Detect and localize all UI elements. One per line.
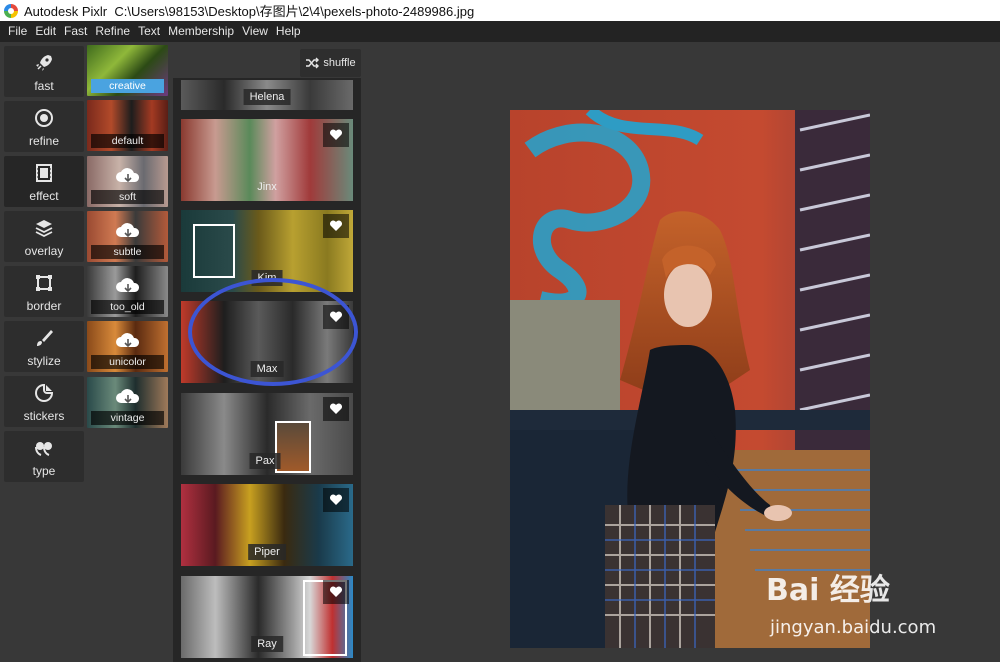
effect-label: Jinx <box>257 181 277 193</box>
preset-unicolor[interactable]: unicolor <box>87 321 168 372</box>
effect-max[interactable]: Max <box>181 301 353 383</box>
category-stylize[interactable]: stylize <box>4 321 84 372</box>
category-label: stickers <box>23 409 65 423</box>
category-label: effect <box>29 189 59 203</box>
baidu-watermark: Bai 经验 jingyan.baidu.com <box>760 555 960 645</box>
title-bar: Autodesk Pixlr C:\Users\98153\Desktop\存图… <box>0 0 1000 21</box>
frame-overlay <box>193 224 235 278</box>
heart-icon <box>329 220 343 231</box>
favorite-button[interactable] <box>323 580 349 604</box>
effect-label: Ray <box>251 636 283 652</box>
category-label: border <box>26 299 62 313</box>
preset-label: default <box>91 134 164 148</box>
menu-view[interactable]: View <box>238 21 272 42</box>
menu-fast[interactable]: Fast <box>60 21 91 42</box>
preset-label: subtle <box>91 245 164 259</box>
preset-subtle[interactable]: subtle <box>87 211 168 262</box>
preset-soft[interactable]: soft <box>87 156 168 207</box>
category-overlay[interactable]: overlay <box>4 211 84 262</box>
watermark-logo: Bai 经验 <box>766 573 890 608</box>
preset-label: unicolor <box>91 355 164 369</box>
favorite-button[interactable] <box>323 488 349 512</box>
effect-label: Kim <box>251 270 283 286</box>
menu-text[interactable]: Text <box>134 21 164 42</box>
pixlr-logo-icon <box>4 3 18 18</box>
effect-piper[interactable]: Piper <box>181 484 353 566</box>
rocket-icon <box>36 55 52 71</box>
category-label: overlay <box>24 244 64 258</box>
cloud-download-icon <box>116 278 140 293</box>
effect-kim[interactable]: Kim <box>181 210 353 292</box>
category-border[interactable]: border <box>4 266 84 317</box>
preset-label: soft <box>91 190 164 204</box>
heart-icon <box>329 129 343 140</box>
category-stickers[interactable]: stickers <box>4 376 84 427</box>
heart-icon <box>329 586 343 597</box>
favorite-button[interactable] <box>323 397 349 421</box>
shuffle-button[interactable]: shuffle <box>300 49 361 77</box>
effect-label: Pax <box>249 453 281 469</box>
border-icon <box>36 275 52 291</box>
preset-label: too_old <box>91 300 164 314</box>
shuffle-icon <box>306 57 320 69</box>
cloud-download-icon <box>116 333 140 348</box>
preset-label: creative <box>91 79 164 93</box>
shuffle-label: shuffle <box>323 57 356 69</box>
window-title: Autodesk Pixlr C:\Users\98153\Desktop\存图… <box>24 4 475 19</box>
favorite-button[interactable] <box>323 214 349 238</box>
preset-default[interactable]: default <box>87 100 168 151</box>
watermark-url: jingyan.baidu.com <box>770 617 937 638</box>
effect-label: Helena <box>243 89 291 105</box>
layers-icon <box>35 220 53 238</box>
effect-label: Max <box>250 361 284 377</box>
effect-pax[interactable]: Pax <box>181 393 353 475</box>
cloud-download-icon <box>116 223 140 238</box>
category-refine[interactable]: refine <box>4 101 84 152</box>
menu-file[interactable]: File <box>4 21 31 42</box>
refine-icon <box>35 109 53 127</box>
category-fast[interactable]: fast <box>4 46 84 97</box>
preset-creative[interactable]: creative <box>87 45 168 96</box>
effect-label: Piper <box>248 544 286 560</box>
heart-icon <box>329 311 343 322</box>
menu-membership[interactable]: Membership <box>164 21 238 42</box>
preset-vintage[interactable]: vintage <box>87 377 168 428</box>
menu-help[interactable]: Help <box>272 21 305 42</box>
cloud-download-icon <box>116 389 140 404</box>
category-label: fast <box>34 79 54 93</box>
preset-too-old[interactable]: too_old <box>87 266 168 317</box>
heart-icon <box>329 403 343 414</box>
category-effect[interactable]: effect <box>4 156 84 207</box>
favorite-button[interactable] <box>323 305 349 329</box>
favorite-button[interactable] <box>323 123 349 147</box>
sticker-icon <box>35 383 54 402</box>
cloud-download-icon <box>116 168 140 183</box>
quote-icon <box>35 442 52 456</box>
effect-ray[interactable]: Ray <box>181 576 353 658</box>
effect-jinx[interactable]: Jinx <box>181 119 353 201</box>
effect-helena[interactable]: Helena <box>181 80 353 110</box>
menu-bar: File Edit Fast Refine Text Membership Vi… <box>0 21 1000 42</box>
menu-refine[interactable]: Refine <box>91 21 134 42</box>
film-icon <box>36 164 52 182</box>
category-label: type <box>32 464 56 478</box>
brush-icon <box>37 330 53 346</box>
category-type[interactable]: type <box>4 431 84 482</box>
category-label: stylize <box>27 354 61 368</box>
preset-label: vintage <box>91 411 164 425</box>
menu-edit[interactable]: Edit <box>31 21 60 42</box>
heart-icon <box>329 494 343 505</box>
category-rail: fast refine effect overlay border styliz… <box>0 42 88 662</box>
category-label: refine <box>28 134 60 148</box>
